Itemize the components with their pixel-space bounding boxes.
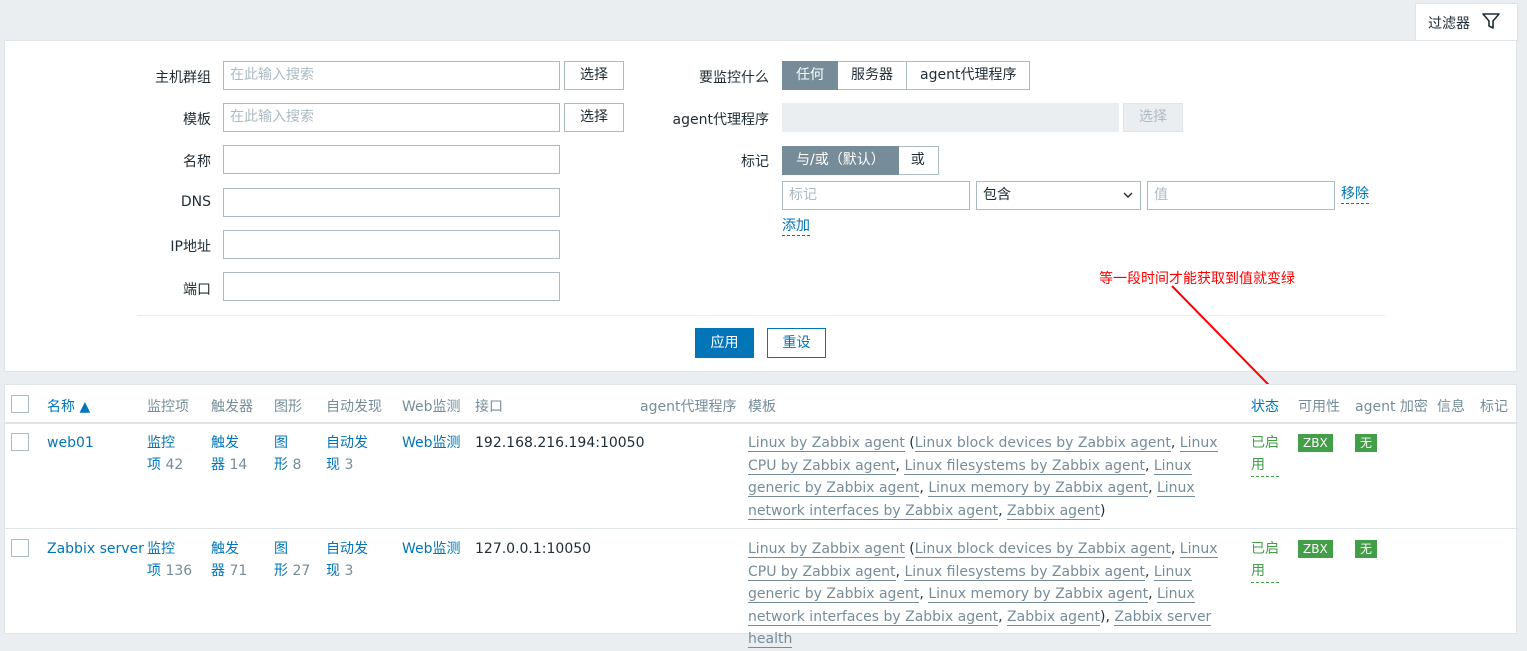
graphs-link[interactable]: 图形 (274, 541, 288, 579)
items-cell: 监控项 136 (147, 538, 192, 582)
web-link[interactable]: Web监测 (402, 538, 461, 560)
discovery-count: 3 (344, 563, 354, 579)
template-link[interactable]: Linux by Zabbix agent (748, 435, 905, 452)
col-interface-header: 接口 (475, 399, 503, 415)
graphs-cell: 图形 27 (274, 538, 310, 582)
status-link[interactable]: 已启用 (1251, 432, 1279, 477)
col-tags-header: 标记 (1480, 399, 1508, 415)
graphs-link[interactable]: 图形 (274, 435, 288, 473)
col-discovery-header: 自动发现 (326, 399, 382, 415)
availability-badge: ZBX (1298, 434, 1333, 452)
discovery-cell: 自动发现 3 (326, 432, 368, 476)
col-status-header[interactable]: 状态 (1251, 396, 1279, 416)
col-encryption-header: agent 加密 (1355, 399, 1428, 415)
status-link[interactable]: 已启用 (1251, 538, 1279, 583)
col-graphs-header: 图形 (274, 399, 302, 415)
col-web-header: Web监测 (402, 399, 461, 415)
discovery-cell: 自动发现 3 (326, 538, 368, 582)
encryption-badge: 无 (1355, 540, 1378, 558)
row-checkbox[interactable] (11, 539, 29, 557)
template-link[interactable]: Linux by Zabbix agent (748, 541, 905, 558)
graphs-count: 27 (292, 563, 311, 579)
discovery-count: 3 (344, 457, 354, 473)
col-info-header: 信息 (1437, 399, 1465, 415)
col-name-header[interactable]: 名称 ▲ (47, 396, 90, 416)
col-proxy-header: agent代理程序 (640, 399, 737, 415)
col-triggers-header: 触发器 (211, 399, 253, 415)
template-link[interactable]: Linux block devices by Zabbix agent (914, 541, 1171, 558)
template-link[interactable]: Linux block devices by Zabbix agent (914, 435, 1171, 452)
template-link[interactable]: Linux memory by Zabbix agent (928, 480, 1149, 497)
template-link[interactable]: Linux memory by Zabbix agent (928, 586, 1149, 603)
template-link[interactable]: Linux filesystems by Zabbix agent (904, 457, 1145, 475)
col-availability-header: 可用性 (1298, 399, 1340, 415)
interface-cell: 192.168.216.194:10050 (475, 435, 645, 451)
web-link[interactable]: Web监测 (402, 432, 461, 454)
row-divider (5, 528, 1518, 529)
row-checkbox[interactable] (11, 433, 29, 451)
items-count: 42 (165, 457, 184, 473)
host-name-link[interactable]: web01 (47, 432, 94, 454)
select-all-checkbox[interactable] (11, 395, 29, 413)
graphs-count: 8 (292, 457, 302, 473)
triggers-cell: 触发器 14 (211, 432, 247, 476)
items-count: 136 (165, 563, 193, 579)
triggers-count: 14 (229, 457, 248, 473)
triggers-count: 71 (229, 563, 248, 579)
template-link[interactable]: Zabbix agent (1007, 502, 1101, 520)
templates-cell: Linux by Zabbix agent (Linux block devic… (748, 435, 1218, 520)
encryption-badge: 无 (1355, 434, 1378, 452)
availability-badge: ZBX (1298, 540, 1333, 558)
triggers-cell: 触发器 71 (211, 538, 247, 582)
template-link[interactable]: Linux filesystems by Zabbix agent (904, 563, 1145, 581)
hosts-table: 名称 ▲ 监控项 触发器 图形 自动发现 Web监测 接口 agent代理程序 … (4, 384, 1518, 648)
graphs-cell: 图形 8 (274, 432, 301, 476)
host-name-link[interactable]: Zabbix server (47, 538, 144, 560)
templates-cell: Linux by Zabbix agent (Linux block devic… (748, 541, 1218, 648)
items-cell: 监控项 42 (147, 432, 183, 476)
col-items-header: 监控项 (147, 399, 189, 415)
col-templates-header: 模板 (748, 399, 776, 415)
template-link[interactable]: Zabbix agent (1007, 608, 1101, 626)
header-divider (5, 422, 1518, 424)
interface-cell: 127.0.0.1:10050 (475, 541, 592, 557)
